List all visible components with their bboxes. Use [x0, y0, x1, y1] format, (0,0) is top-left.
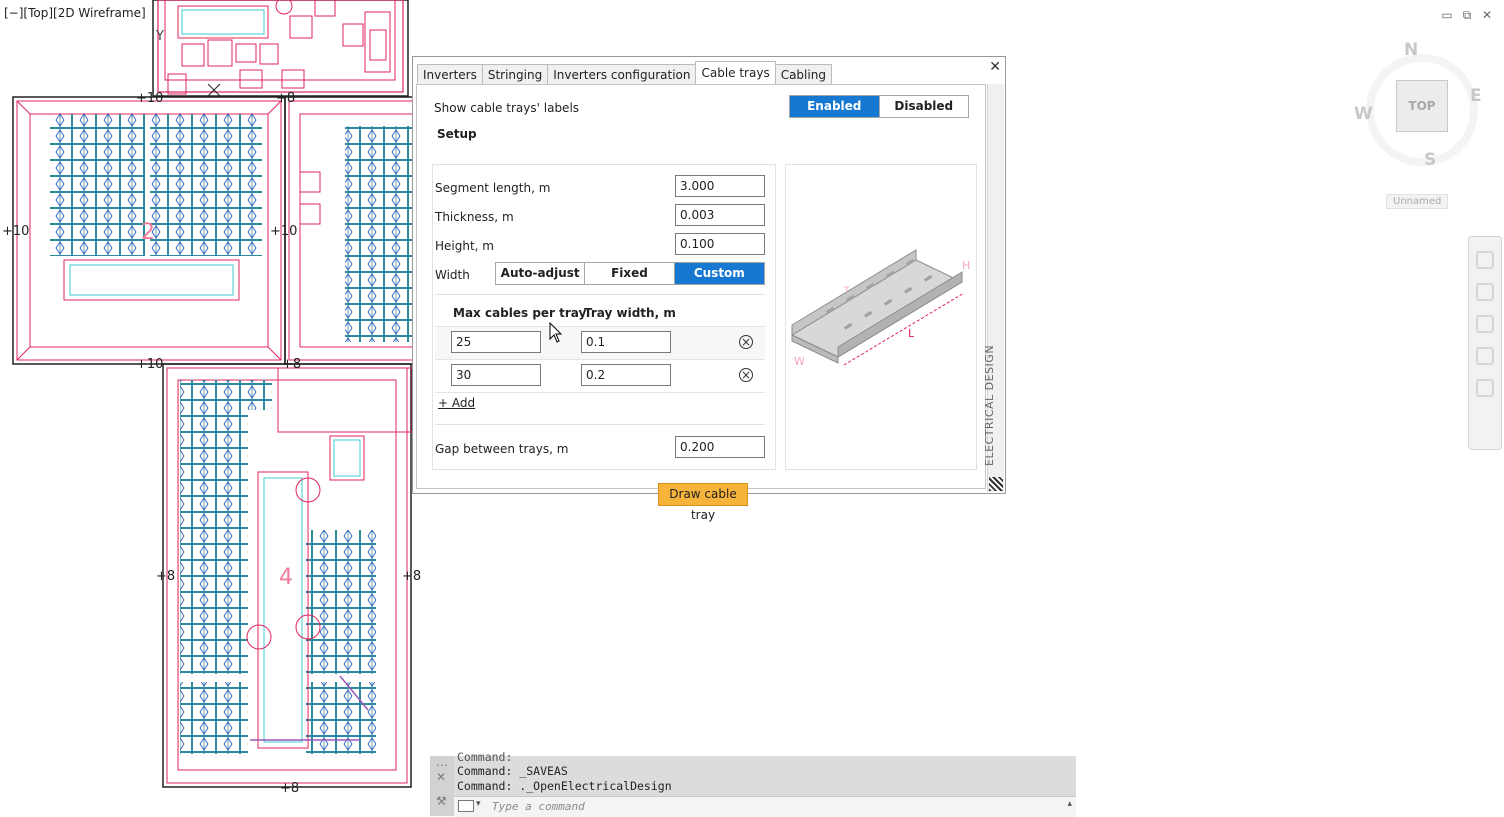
- ucs-menu[interactable]: Unnamed: [1386, 194, 1449, 209]
- cable-tray-illustration: L W H T: [785, 164, 977, 470]
- tray-width-header: Tray width, m: [584, 306, 676, 320]
- cable-trays-panel: Show cable trays' labels Enabled Disable…: [416, 84, 986, 522]
- zoom-icon[interactable]: [1476, 315, 1494, 333]
- command-line-window: ⋯ ✕ ⚒ Command: Command: _SAVEAS Command:…: [430, 750, 1076, 817]
- palette-title: ELECTRICAL DESIGN: [983, 344, 996, 466]
- gap-input[interactable]: 0.200: [675, 436, 765, 458]
- command-input[interactable]: ▾ Type a command ▴: [454, 796, 1076, 817]
- thickness-input[interactable]: 0.003: [675, 204, 765, 226]
- wrench-icon[interactable]: ⚒: [436, 794, 447, 808]
- viewport-window-controls: ▭ ⧉ ✕: [1440, 8, 1494, 22]
- divider: [435, 424, 765, 425]
- command-line-toolbar: ⋯ ✕ ⚒: [430, 756, 454, 816]
- electrical-design-dialog: Inverters Stringing Inverters configurat…: [412, 56, 1006, 522]
- minimize-icon[interactable]: ▭: [1440, 8, 1454, 22]
- dim-label: +10: [136, 91, 163, 106]
- remove-row-icon[interactable]: ×: [739, 368, 753, 382]
- setup-title: Setup: [437, 127, 477, 141]
- dim-height-label: H: [962, 259, 970, 272]
- labels-enabled-button[interactable]: Enabled: [790, 96, 880, 117]
- gap-label: Gap between trays, m: [435, 442, 569, 456]
- compass-south[interactable]: S: [1424, 150, 1436, 170]
- segment-length-input[interactable]: 3.000: [675, 175, 765, 197]
- command-history-line: Command: _SAVEAS: [457, 764, 568, 778]
- close-icon[interactable]: ✕: [1480, 8, 1494, 22]
- remove-row-icon[interactable]: ×: [739, 335, 753, 349]
- dim-label: +8: [280, 781, 299, 796]
- height-input[interactable]: 0.100: [675, 233, 765, 255]
- segment-length-label: Segment length, m: [435, 181, 551, 195]
- labels-toggle: Enabled Disabled: [789, 95, 969, 118]
- width-label: Width: [435, 268, 470, 282]
- chevron-down-icon[interactable]: ▾: [476, 799, 481, 809]
- dim-label: +8: [276, 91, 295, 106]
- setup-section: Segment length, m 3.000 Thickness, m 0.0…: [432, 164, 776, 470]
- steering-wheel-icon[interactable]: [1476, 251, 1494, 269]
- dim-thickness-label: T: [843, 286, 850, 296]
- compass-east[interactable]: E: [1470, 86, 1482, 106]
- close-icon[interactable]: ✕: [989, 59, 1001, 75]
- dim-length-label: L: [908, 327, 915, 340]
- axis-y-label: Y: [155, 29, 164, 44]
- restore-icon[interactable]: ⧉: [1460, 8, 1474, 22]
- command-history-line: Command: ._OpenElectricalDesign: [457, 779, 672, 793]
- height-label: Height, m: [435, 239, 494, 253]
- compass-west[interactable]: W: [1354, 104, 1373, 124]
- tray-width-input[interactable]: 0.2: [581, 364, 671, 386]
- navigation-bar: [1468, 236, 1502, 450]
- max-cables-input[interactable]: 25: [451, 331, 541, 353]
- tray-width-input[interactable]: 0.1: [581, 331, 671, 353]
- building-zone-3: [284, 96, 416, 365]
- labels-disabled-button[interactable]: Disabled: [879, 96, 968, 117]
- width-fixed-button[interactable]: Fixed: [585, 263, 675, 284]
- dim-label: +8: [402, 569, 421, 584]
- building-top: [152, 0, 409, 97]
- max-cables-header: Max cables per tray: [453, 306, 587, 320]
- dim-label: +8: [156, 569, 175, 584]
- max-cables-input[interactable]: 30: [451, 364, 541, 386]
- draw-cable-tray-button[interactable]: Draw cable tray: [658, 483, 748, 522]
- pan-icon[interactable]: [1476, 283, 1494, 301]
- palette-side-strip[interactable]: ELECTRICAL DESIGN: [983, 84, 1004, 492]
- compass-north[interactable]: N: [1404, 40, 1418, 60]
- width-auto-adjust-button[interactable]: Auto-adjust: [496, 263, 586, 284]
- command-history-line: Command:: [457, 750, 513, 764]
- dim-label: +8: [282, 357, 301, 372]
- command-placeholder: Type a command: [492, 800, 585, 813]
- dim-label: +10: [136, 357, 163, 372]
- tab-cabling[interactable]: Cabling: [774, 64, 832, 84]
- dim-label: +10: [270, 224, 297, 239]
- add-row-link[interactable]: + Add: [438, 396, 475, 410]
- tab-stringing[interactable]: Stringing: [481, 64, 549, 84]
- tab-inverters[interactable]: Inverters: [417, 64, 483, 84]
- showmotion-icon[interactable]: [1476, 379, 1494, 397]
- orbit-icon[interactable]: [1476, 347, 1494, 365]
- zone-number: 4: [279, 565, 293, 590]
- viewcube-top-face[interactable]: TOP: [1396, 80, 1448, 132]
- labels-toggle-label: Show cable trays' labels: [434, 101, 580, 115]
- command-prompt-icon[interactable]: [458, 800, 474, 812]
- tab-cable-trays[interactable]: Cable trays: [695, 61, 776, 84]
- chevron-up-icon[interactable]: ▴: [1067, 799, 1072, 809]
- mouse-cursor-icon: [549, 322, 563, 343]
- dim-width-label: W: [794, 355, 805, 368]
- zone-number: 2: [141, 220, 155, 245]
- viewport-label[interactable]: [−][Top][2D Wireframe]: [4, 6, 146, 20]
- thickness-label: Thickness, m: [435, 210, 514, 224]
- close-icon[interactable]: ✕: [436, 770, 446, 784]
- cable-tray-image: L W H T: [790, 249, 970, 368]
- divider: [435, 294, 765, 295]
- tab-inverters-configuration[interactable]: Inverters configuration: [547, 64, 697, 84]
- palette-grip-icon[interactable]: [989, 477, 1003, 491]
- width-custom-button[interactable]: Custom: [674, 263, 764, 284]
- tab-bar: Inverters Stringing Inverters configurat…: [417, 61, 832, 84]
- width-mode-selector: Auto-adjust Fixed Custom: [495, 262, 765, 285]
- dim-label: +10: [2, 224, 29, 239]
